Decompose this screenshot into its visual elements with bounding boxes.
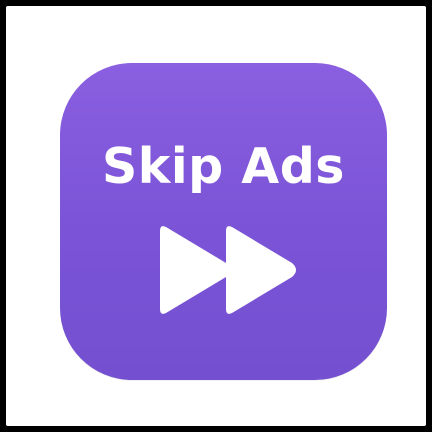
fast-forward-right-triangle [226,226,296,314]
fast-forward-left-triangle [160,226,230,314]
fast-forward-icon [160,226,296,314]
app-icon-label: Skip Ads [102,138,345,195]
canvas: Skip Ads [6,6,426,426]
screen: Skip Ads [0,0,432,432]
skip-ads-app-icon[interactable]: Skip Ads [60,63,387,380]
